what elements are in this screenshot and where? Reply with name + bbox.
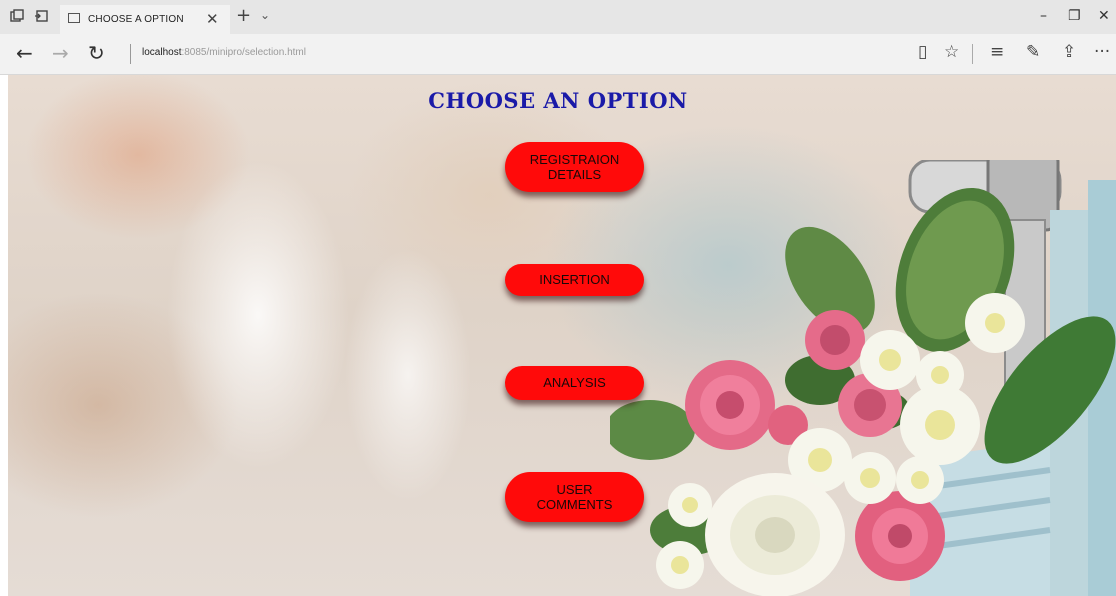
tab-active[interactable]: CHOOSE A OPTION ✕ (60, 5, 230, 34)
address-field[interactable]: localhost:8085/minipro/selection.html (142, 47, 306, 58)
set-aside-tabs-icon[interactable] (34, 9, 48, 23)
forward-arrow-icon[interactable]: → (52, 41, 69, 65)
tab-bar: CHOOSE A OPTION ✕ + ⌄ – ❐ ✕ (0, 0, 1116, 34)
insertion-button[interactable]: INSERTION (505, 264, 644, 296)
registration-details-label: REGISTRAION DETAILS (529, 151, 620, 182)
share-icon[interactable]: ⇪ (1062, 42, 1076, 62)
toolbar-divider (972, 44, 973, 64)
flower-bouquet-image (610, 160, 1116, 596)
address-host: localhost (142, 47, 182, 58)
page-icon (68, 13, 80, 23)
reading-view-icon[interactable]: ▯ (918, 42, 927, 62)
close-icon[interactable]: ✕ (206, 10, 219, 28)
chevron-down-icon[interactable]: ⌄ (260, 8, 270, 22)
pen-icon[interactable]: ✎ (1026, 42, 1040, 62)
address-divider (130, 44, 131, 64)
back-arrow-icon[interactable]: ← (16, 41, 33, 65)
registration-details-button[interactable]: REGISTRAION DETAILS (505, 142, 644, 192)
address-path: :8085/minipro/selection.html (181, 47, 306, 58)
tab-title: CHOOSE A OPTION (88, 14, 184, 25)
tab-preview-icon[interactable] (10, 9, 24, 23)
star-icon[interactable]: ☆ (944, 42, 959, 62)
page-title: CHOOSE AN OPTION (428, 88, 688, 113)
plus-icon[interactable]: + (236, 5, 251, 26)
close-window-icon[interactable]: ✕ (1098, 8, 1110, 24)
user-comments-label: USER COMMENTS (536, 481, 613, 512)
user-comments-button[interactable]: USER COMMENTS (505, 472, 644, 522)
navigation-bar: ← → ↻ localhost:8085/minipro/selection.h… (0, 34, 1116, 75)
insertion-label: INSERTION (539, 272, 610, 288)
hub-icon[interactable]: ≡ (990, 42, 1004, 62)
analysis-button[interactable]: ANALYSIS (505, 366, 644, 400)
refresh-icon[interactable]: ↻ (88, 41, 105, 65)
analysis-label: ANALYSIS (543, 375, 606, 391)
restore-icon[interactable]: ❐ (1068, 8, 1081, 24)
more-icon[interactable]: ··· (1094, 42, 1110, 62)
minimize-icon[interactable]: – (1040, 8, 1047, 24)
